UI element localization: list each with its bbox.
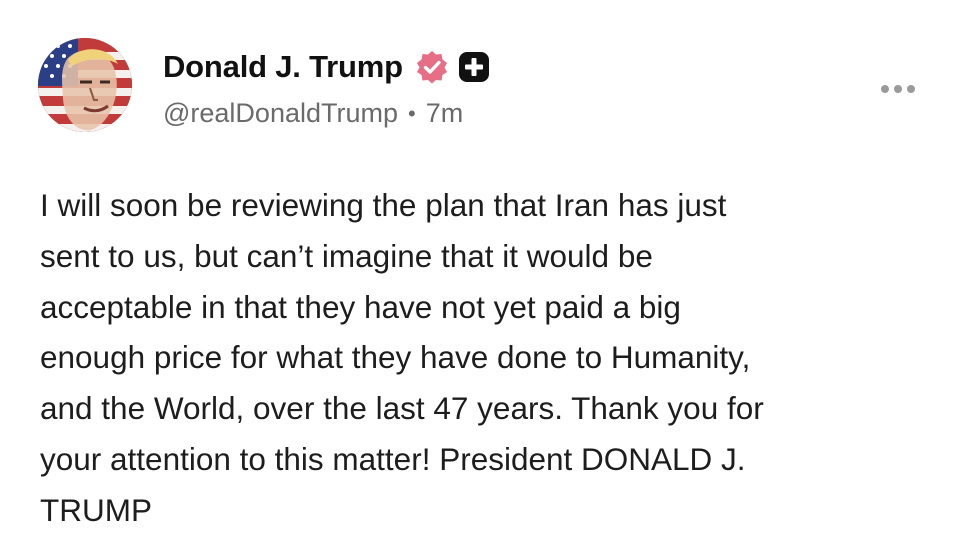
avatar-image [38,38,132,132]
post-header: Donald J. Trump @realDonaldTrump • 7m [163,44,490,129]
more-options-icon-dot [881,85,889,93]
separator-dot: • [408,100,416,126]
post-body-text: I will soon be reviewing the plan that I… [40,187,764,528]
post-card: Donald J. Trump @realDonaldTrump • 7m I … [0,0,959,556]
more-options-icon-dot [907,85,915,93]
handle-row: @realDonaldTrump • 7m [163,98,490,129]
more-options-button[interactable] [876,74,920,104]
more-options-icon-dot [894,85,902,93]
plus-badge-icon [458,51,490,83]
author-handle[interactable]: @realDonaldTrump [163,98,398,129]
verified-badge-icon [415,50,449,84]
author-display-name[interactable]: Donald J. Trump [163,49,403,85]
post-timestamp[interactable]: 7m [426,98,464,129]
profile-avatar[interactable] [38,38,132,132]
name-row: Donald J. Trump [163,44,490,90]
